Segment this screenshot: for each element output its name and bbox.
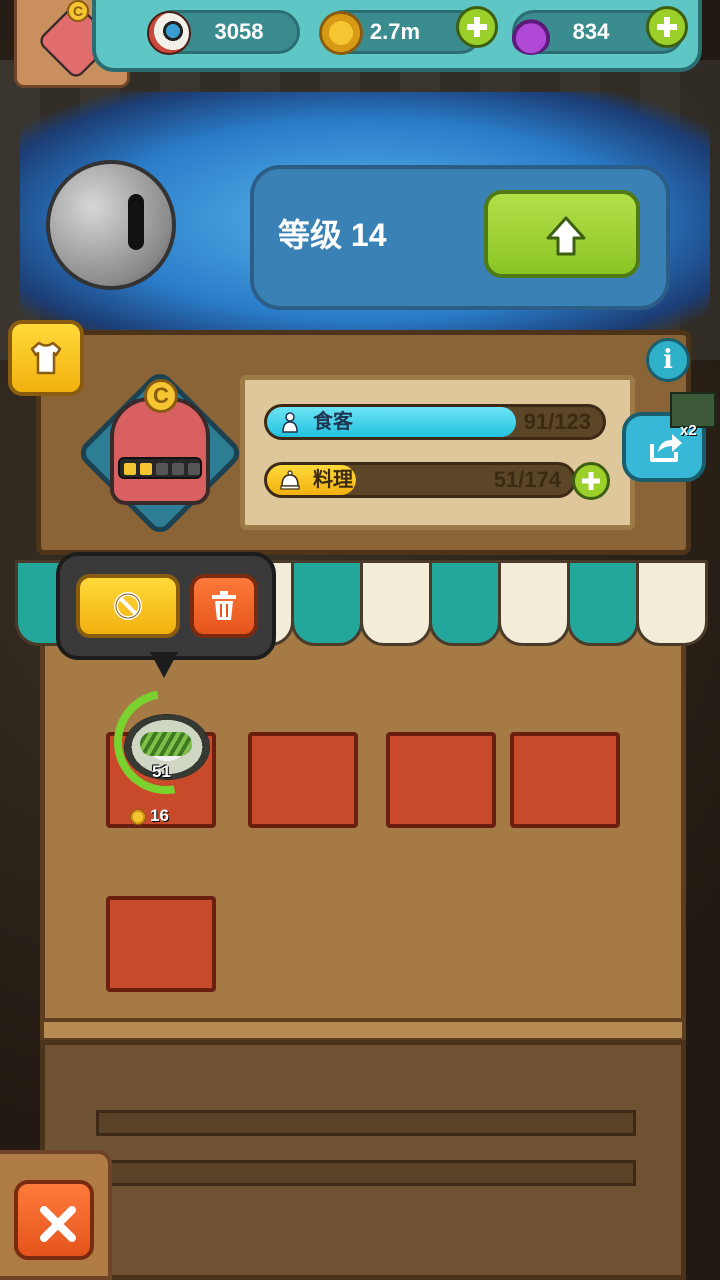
info-button[interactable]: i — [646, 338, 690, 382]
star-level-bars — [118, 457, 202, 479]
add-coins-button[interactable] — [456, 6, 498, 48]
dish-count: 51 — [152, 762, 171, 781]
stats-panel — [240, 375, 635, 530]
dishes-value: 51/174 — [493, 467, 561, 492]
badge-monster — [110, 397, 210, 505]
popup-tail — [150, 652, 178, 678]
table-slot-3[interactable] — [386, 732, 496, 828]
trash-icon — [212, 591, 236, 620]
c-badge-icon: C — [144, 379, 178, 413]
lower-plank — [96, 1110, 636, 1136]
info-icon: i — [663, 345, 673, 375]
c-badge-icon: C — [67, 0, 89, 22]
table-slot-2[interactable] — [248, 732, 358, 828]
person-icon — [282, 412, 298, 433]
add-dish-button[interactable] — [572, 462, 610, 500]
close-panel — [0, 1150, 112, 1280]
share-multiplier: x2 — [680, 422, 697, 439]
eyeball-counter: 3058 — [147, 10, 300, 55]
dish-price: 16 — [126, 806, 169, 826]
restaurant-badge: C — [75, 368, 245, 538]
guests-label: 食客 — [313, 411, 353, 433]
shop-counter-edge — [40, 1018, 686, 1042]
guests-bar-fill — [267, 407, 516, 437]
eyeball-value: 3058 — [214, 19, 264, 44]
level-up-button[interactable] — [484, 190, 640, 278]
shirt-icon — [30, 341, 62, 375]
close-icon — [40, 1206, 76, 1242]
delete-dish-button[interactable] — [190, 574, 258, 638]
outfit-button[interactable] — [8, 320, 84, 396]
add-potions-button[interactable] — [646, 6, 688, 48]
table-slot-5[interactable] — [106, 896, 216, 992]
lower-plank — [96, 1160, 636, 1186]
dishes-bar: 料理 51/174 — [264, 462, 576, 498]
disable-dish-button[interactable] — [76, 574, 180, 638]
close-button[interactable] — [14, 1180, 94, 1260]
table-slot-4[interactable] — [510, 732, 620, 828]
guests-value: 91/123 — [523, 409, 591, 434]
level-label: 等级 14 — [278, 217, 387, 253]
coin-icon — [130, 808, 146, 825]
dishes-label: 料理 — [313, 469, 353, 491]
guests-bar: 食客 91/123 — [264, 404, 606, 440]
resource-bar: 3058 2.7m 834 — [92, 0, 702, 72]
share-icon — [650, 434, 682, 462]
cloche-icon — [280, 470, 300, 490]
no-symbol-icon — [114, 592, 142, 620]
eye-orb — [46, 160, 176, 290]
arrow-up-icon — [546, 216, 586, 256]
